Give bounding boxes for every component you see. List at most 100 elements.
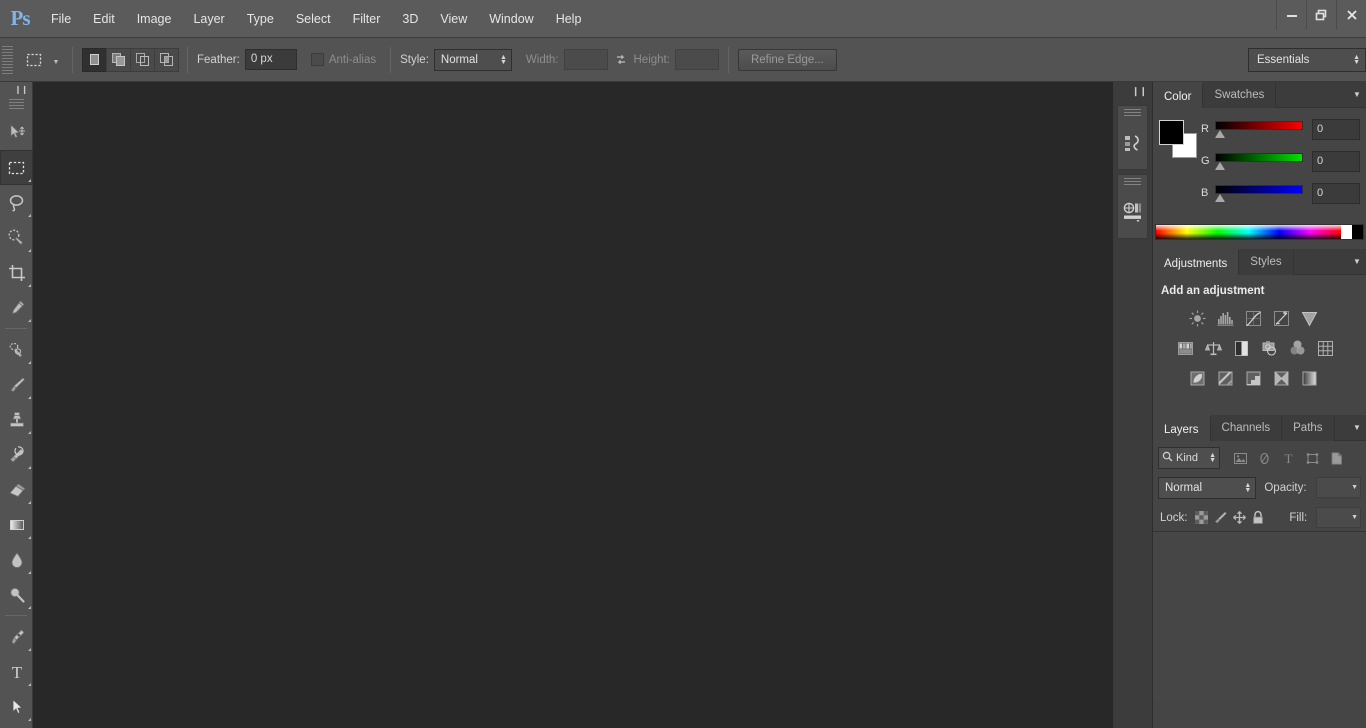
green-value-input[interactable]: 0 (1312, 150, 1360, 172)
menu-3d[interactable]: 3D (391, 0, 429, 38)
curves-icon[interactable] (1241, 307, 1265, 329)
tab-adjustments[interactable]: Adjustments (1153, 249, 1240, 275)
black-chip[interactable] (1352, 225, 1363, 239)
crop-tool[interactable] (0, 255, 33, 290)
filter-adjustment-layers-icon[interactable] (1252, 447, 1276, 469)
canvas-area[interactable] (33, 82, 1113, 728)
restore-icon[interactable] (1306, 0, 1336, 30)
panel-menu-icon[interactable]: ▼ (1348, 82, 1366, 107)
lock-all-icon[interactable] (1249, 508, 1268, 528)
posterize-icon[interactable] (1213, 367, 1237, 389)
filter-smart-object-layers-icon[interactable] (1324, 447, 1348, 469)
lasso-tool[interactable] (0, 185, 33, 220)
tab-color[interactable]: Color (1153, 82, 1204, 108)
quick-selection-tool[interactable] (0, 220, 33, 255)
minimize-icon[interactable] (1276, 0, 1306, 30)
tab-channels[interactable]: Channels (1210, 415, 1283, 441)
filter-type-layers-icon[interactable]: T (1276, 447, 1300, 469)
dodge-tool[interactable] (0, 577, 33, 612)
path-selection-tool[interactable] (0, 689, 33, 724)
green-slider[interactable] (1215, 151, 1303, 171)
gradient-tool[interactable] (0, 507, 33, 542)
dock-grip[interactable] (1124, 178, 1141, 187)
red-slider[interactable] (1215, 119, 1303, 139)
style-select[interactable]: Normal ▲ ▼ (433, 48, 512, 71)
eraser-tool[interactable] (0, 472, 33, 507)
pen-tool[interactable] (0, 619, 33, 654)
close-icon[interactable] (1336, 0, 1366, 30)
mini-bridge-panel-icon[interactable] (1118, 191, 1147, 233)
invert-icon[interactable] (1185, 367, 1209, 389)
menu-window[interactable]: Window (478, 0, 544, 38)
move-tool[interactable] (0, 115, 33, 150)
tab-paths[interactable]: Paths (1282, 415, 1335, 441)
expand-panels-icon[interactable]: ❙❙ (1113, 82, 1152, 101)
history-panel-icon[interactable] (1118, 122, 1147, 164)
filter-shape-layers-icon[interactable] (1300, 447, 1324, 469)
rectangular-marquee-icon[interactable] (19, 45, 49, 75)
menu-view[interactable]: View (429, 0, 478, 38)
hue-saturation-icon[interactable] (1173, 337, 1197, 359)
anti-alias-checkbox[interactable] (310, 53, 324, 66)
filter-pixel-layers-icon[interactable] (1228, 447, 1252, 469)
spot-healing-brush-tool[interactable] (0, 332, 33, 367)
lock-image-pixels-icon[interactable] (1211, 508, 1230, 528)
menu-select[interactable]: Select (285, 0, 342, 38)
width-input[interactable] (563, 49, 608, 70)
swap-width-height-icon[interactable] (608, 53, 634, 67)
refine-edge-button[interactable]: Refine Edge... (737, 48, 837, 71)
lock-transparent-pixels-icon[interactable] (1193, 508, 1212, 528)
dock-grip[interactable] (1124, 109, 1141, 118)
menu-layer[interactable]: Layer (182, 0, 235, 38)
chevron-down-icon[interactable]: ▼ (1351, 514, 1358, 521)
menu-edit[interactable]: Edit (82, 0, 126, 38)
blue-slider-thumb[interactable] (1215, 194, 1225, 202)
photo-filter-icon[interactable] (1257, 337, 1281, 359)
selective-color-icon[interactable] (1269, 367, 1293, 389)
intersect-with-selection-button[interactable] (154, 47, 179, 72)
chevron-down-icon[interactable]: ▼ (1351, 484, 1358, 491)
menu-help[interactable]: Help (545, 0, 593, 38)
fill-input[interactable]: ▼ (1316, 507, 1361, 528)
eyedropper-tool[interactable] (0, 290, 33, 325)
blur-tool[interactable] (0, 542, 33, 577)
exposure-icon[interactable] (1269, 307, 1293, 329)
tools-panel-grip[interactable] (8, 99, 24, 111)
add-to-selection-button[interactable] (106, 47, 131, 72)
color-ramp[interactable] (1155, 224, 1364, 240)
feather-input[interactable]: 0 px (244, 49, 297, 70)
threshold-icon[interactable] (1241, 367, 1265, 389)
clone-stamp-tool[interactable] (0, 402, 33, 437)
brightness-contrast-icon[interactable] (1185, 307, 1209, 329)
tab-swatches[interactable]: Swatches (1203, 82, 1277, 108)
tab-styles[interactable]: Styles (1239, 249, 1294, 275)
vibrance-icon[interactable] (1297, 307, 1321, 329)
foreground-color-swatch[interactable] (1159, 120, 1184, 145)
color-spectrum[interactable] (1156, 225, 1341, 239)
workspace-select[interactable]: Essentials ▲ ▼ (1248, 48, 1366, 72)
opacity-input[interactable]: ▼ (1315, 477, 1361, 498)
red-slider-thumb[interactable] (1215, 130, 1225, 138)
color-lookup-icon[interactable] (1313, 337, 1337, 359)
subtract-from-selection-button[interactable] (130, 47, 155, 72)
color-balance-icon[interactable] (1201, 337, 1225, 359)
lock-position-icon[interactable] (1230, 508, 1249, 528)
horizontal-type-tool[interactable]: T (0, 654, 33, 689)
gradient-map-icon[interactable] (1297, 367, 1321, 389)
green-slider-thumb[interactable] (1215, 162, 1225, 170)
white-chip[interactable] (1341, 225, 1352, 239)
collapse-panel-icon[interactable]: ❙❙ (0, 82, 32, 97)
new-selection-button[interactable] (82, 47, 107, 72)
rectangular-marquee-tool[interactable] (0, 150, 33, 185)
blue-value-input[interactable]: 0 (1312, 182, 1360, 204)
menu-filter[interactable]: Filter (342, 0, 392, 38)
brush-tool[interactable] (0, 367, 33, 402)
options-bar-grip[interactable] (2, 45, 13, 74)
panel-menu-icon[interactable]: ▼ (1348, 415, 1366, 440)
height-input[interactable] (674, 49, 719, 70)
blend-mode-select[interactable]: Normal ▲ ▼ (1158, 476, 1257, 499)
blue-slider[interactable] (1215, 183, 1303, 203)
black-and-white-icon[interactable] (1229, 337, 1253, 359)
history-brush-tool[interactable] (0, 437, 33, 472)
menu-file[interactable]: File (40, 0, 82, 38)
